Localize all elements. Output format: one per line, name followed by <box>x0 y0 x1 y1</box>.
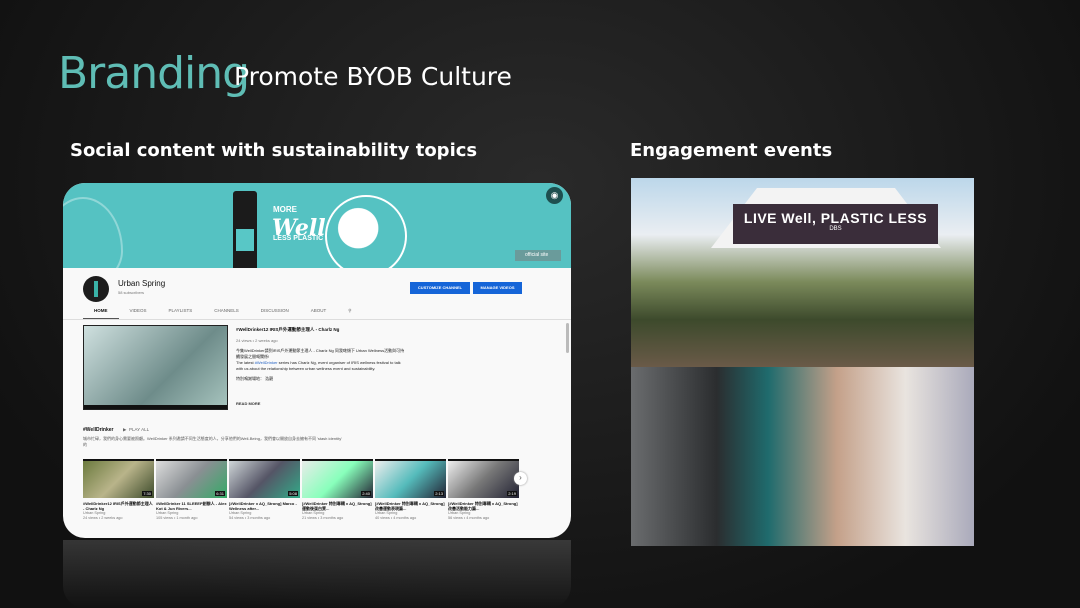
video-views: 24 views • 2 weeks ago <box>83 516 123 520</box>
video-thumbnail[interactable]: 5:08 <box>229 459 300 498</box>
video-thumbnail[interactable]: 6:31 <box>156 459 227 498</box>
video-duration: 2:13 <box>434 491 444 496</box>
video-list: 7:30 #WellDrinker12 IRIS戶外運動節主理人 - Charl… <box>83 459 519 521</box>
video-card[interactable]: 7:30 #WellDrinker12 IRIS戶外運動節主理人 - Charl… <box>83 459 154 521</box>
video-duration: 7:30 <box>142 491 152 496</box>
video-thumbnail[interactable]: 2:40 <box>302 459 373 498</box>
channel-banner: MORE Well LESS PLASTIC ◉ official site <box>63 183 571 287</box>
right-heading: Engagement events <box>630 140 833 161</box>
dispenser-graphic <box>233 191 257 271</box>
video-thumbnail[interactable]: 7:30 <box>83 459 154 498</box>
video-duration: 2:19 <box>507 491 517 496</box>
customize-channel-button[interactable]: CUSTOMIZE CHANNEL <box>410 282 470 294</box>
left-heading: Social content with sustainability topic… <box>70 140 478 161</box>
video-card[interactable]: 5:08 [#WellDrinker x AQ_Strong] Marco - … <box>229 459 300 521</box>
featured-video-description: 今集WellDrinker請到IRIS戶外運動節主理人 - Charlz Ng … <box>236 348 405 381</box>
playlist-title[interactable]: #WellDrinker <box>83 427 113 433</box>
video-thumbnail[interactable]: 2:13 <box>375 459 446 498</box>
camera-icon[interactable]: ◉ <box>546 187 563 204</box>
slide-subtitle: Promote BYOB Culture <box>234 62 512 91</box>
video-duration: 5:08 <box>288 491 298 496</box>
video-title[interactable]: [#WellDrinker 特別專輯 x AQ_Strong] 改善活動能力篇.… <box>448 501 519 511</box>
video-views: 40 views • 4 months ago <box>375 516 417 520</box>
video-card[interactable]: 2:13 [#WellDrinker 特別專輯 x AQ_Strong] 改善運… <box>375 459 446 521</box>
scrollbar[interactable] <box>566 323 569 353</box>
featured-video-thumbnail[interactable] <box>83 325 228 410</box>
play-all-button[interactable]: ▶ PLAY ALL <box>123 427 149 433</box>
video-duration: 2:40 <box>361 491 371 496</box>
tab-channels[interactable]: CHANNELS <box>203 306 250 319</box>
read-more-link[interactable]: READ MORE <box>236 401 260 406</box>
video-title[interactable]: #WellDrinker 11 SLEEEP創辦人 - Alex Kot & J… <box>156 501 227 511</box>
video-title[interactable]: [#WellDrinker 特別專輯 x AQ_Strong] 改善運動表現篇.… <box>375 501 446 511</box>
screenshot-reflection <box>63 540 571 608</box>
slide-title: Branding <box>58 48 250 99</box>
tab-about[interactable]: ABOUT <box>300 306 338 319</box>
video-title[interactable]: [#WellDrinker 特別專輯 x AQ_Strong] 運動後蛋白質..… <box>302 501 373 511</box>
video-card[interactable]: 2:40 [#WellDrinker 特別專輯 x AQ_Strong] 運動後… <box>302 459 373 521</box>
video-views: 54 views • 3 months ago <box>229 516 271 520</box>
event-photo-refill-station <box>631 367 974 546</box>
video-title[interactable]: #WellDrinker12 IRIS戶外運動節主理人 - Charlz Ng <box>83 501 154 511</box>
event-photo-tent: LIVE Well, PLASTIC LESS DBS <box>631 178 974 367</box>
featured-video-title[interactable]: #WellDrinker12 IRIS戶外運動節主理人 - Charlz Ng <box>236 327 339 333</box>
avatar[interactable] <box>83 276 109 302</box>
tab-videos[interactable]: VIDEOS <box>119 306 158 319</box>
subscriber-count: 58 subscribers <box>118 290 145 295</box>
youtube-channel-screenshot: MORE Well LESS PLASTIC ◉ official site U… <box>63 183 571 538</box>
playlist-description: 城市忙碌，我們的身心需要被照顧。WellDrinker 系列邀請不同生活態度的人… <box>83 436 342 447</box>
video-card[interactable]: 6:31 #WellDrinker 11 SLEEEP創辦人 - Alex Ko… <box>156 459 227 521</box>
event-sign: LIVE Well, PLASTIC LESS DBS <box>733 204 938 244</box>
video-card[interactable]: 2:19 [#WellDrinker 特別專輯 x AQ_Strong] 改善活… <box>448 459 519 521</box>
channel-name: Urban Spring <box>118 279 166 288</box>
video-views: 21 views • 3 months ago <box>302 516 344 520</box>
video-views: 56 views • 4 months ago <box>448 516 490 520</box>
channel-header: Urban Spring 58 subscribers CUSTOMIZE CH… <box>63 268 571 320</box>
tab-discussion[interactable]: DISCUSSION <box>250 306 300 319</box>
video-thumbnail[interactable]: 2:19 <box>448 459 519 498</box>
video-duration: 6:31 <box>215 491 225 496</box>
tab-playlists[interactable]: PLAYLISTS <box>158 306 204 319</box>
tab-home[interactable]: HOME <box>83 306 119 319</box>
chevron-right-icon[interactable]: › <box>514 472 527 485</box>
video-title[interactable]: [#WellDrinker x AQ_Strong] Marco - Welln… <box>229 501 300 511</box>
channel-tabs: HOME VIDEOS PLAYLISTS CHANNELS DISCUSSIO… <box>83 306 363 319</box>
video-views: 105 views • 1 month ago <box>156 516 198 520</box>
official-site-link[interactable]: official site <box>515 250 561 261</box>
globe-graphic <box>325 195 407 277</box>
featured-video-meta: 24 views • 2 weeks ago <box>236 338 278 343</box>
search-icon[interactable]: ⚲ <box>337 306 362 319</box>
banner-less-plastic: LESS PLASTIC <box>273 235 324 242</box>
banner-more: MORE <box>273 205 297 214</box>
manage-videos-button[interactable]: MANAGE VIDEOS <box>473 282 522 294</box>
